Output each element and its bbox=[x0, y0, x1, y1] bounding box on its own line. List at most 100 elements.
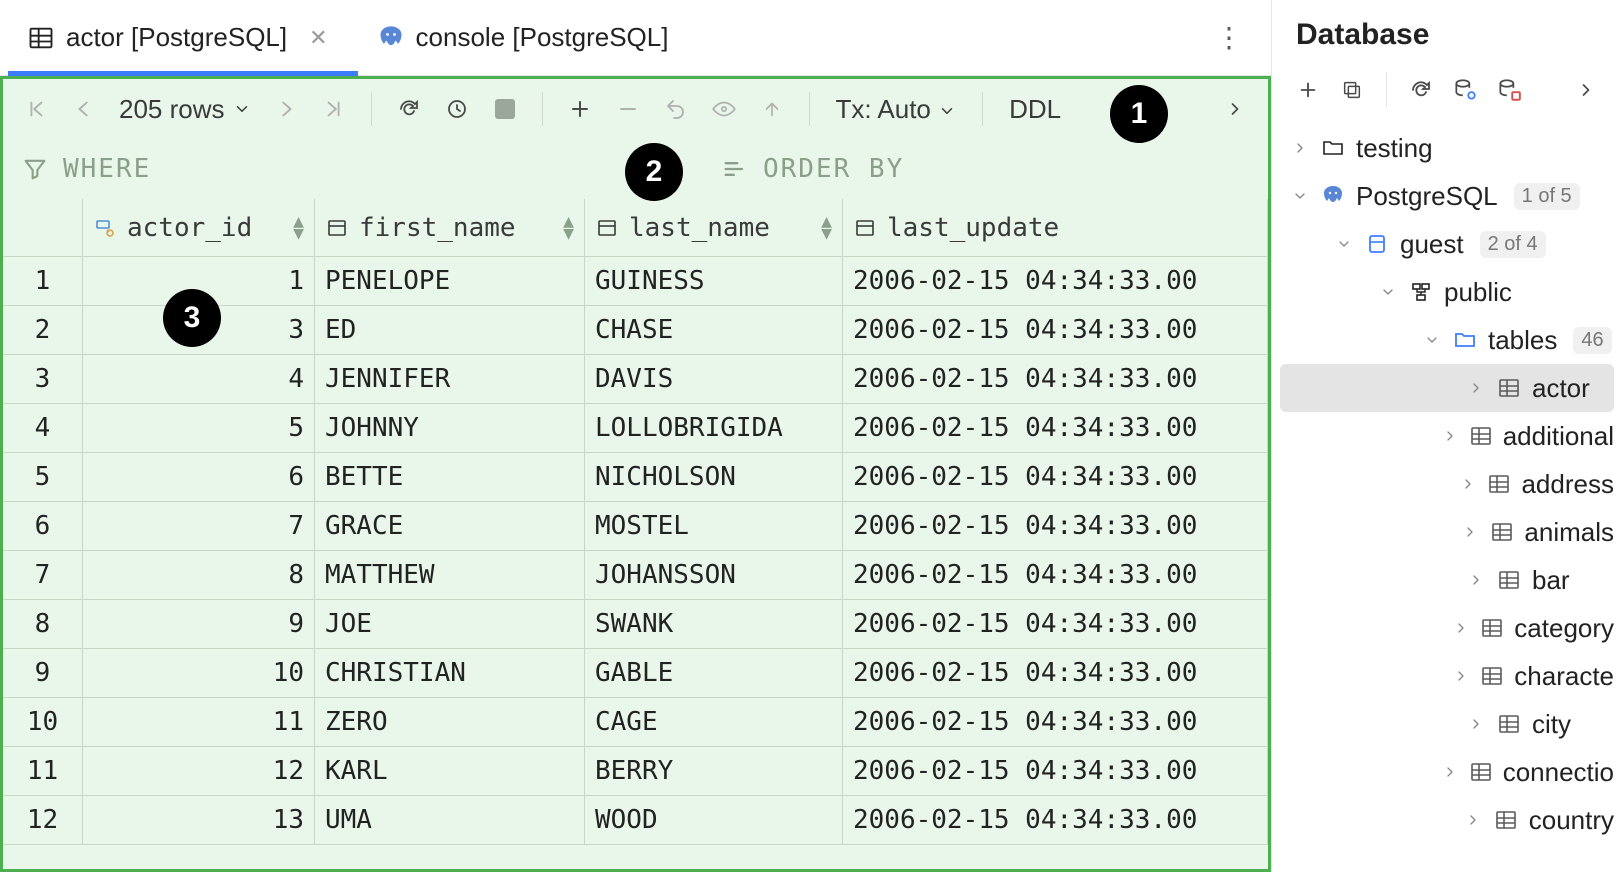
row-number[interactable]: 11 bbox=[3, 747, 83, 796]
cell-first-name[interactable]: JOHNNY bbox=[315, 404, 585, 453]
expand-toggle[interactable] bbox=[1334, 236, 1354, 252]
next-page-button[interactable] bbox=[265, 88, 307, 130]
where-filter[interactable]: WHERE bbox=[3, 154, 703, 184]
tree-item-public[interactable]: public bbox=[1280, 268, 1614, 316]
submit-button[interactable] bbox=[751, 88, 793, 130]
cell-actor-id[interactable]: 8 bbox=[83, 551, 315, 600]
cell-last-name[interactable]: LOLLOBRIGIDA bbox=[585, 404, 843, 453]
gutter-header[interactable] bbox=[3, 199, 83, 257]
column-header-actor-id[interactable]: actor_id ▲▼ bbox=[83, 199, 315, 257]
toolbar-more-button[interactable] bbox=[1214, 88, 1256, 130]
expand-toggle[interactable] bbox=[1378, 284, 1398, 300]
cell-actor-id[interactable]: 13 bbox=[83, 796, 315, 845]
cell-first-name[interactable]: CHRISTIAN bbox=[315, 649, 585, 698]
cell-actor-id[interactable]: 7 bbox=[83, 502, 315, 551]
expand-toggle[interactable] bbox=[1458, 476, 1477, 492]
row-count-dropdown[interactable]: 205 rows bbox=[111, 94, 259, 125]
toolbar-more-button[interactable] bbox=[1566, 70, 1606, 110]
expand-toggle[interactable] bbox=[1452, 668, 1470, 684]
row-number[interactable]: 7 bbox=[3, 551, 83, 600]
tree-item-characte[interactable]: characte bbox=[1280, 652, 1614, 700]
sort-icon[interactable]: ▲▼ bbox=[293, 217, 304, 239]
expand-toggle[interactable] bbox=[1452, 620, 1470, 636]
tab-overflow-button[interactable]: ⋮ bbox=[1197, 21, 1263, 54]
sort-icon[interactable]: ▲▼ bbox=[563, 217, 574, 239]
cell-first-name[interactable]: MATTHEW bbox=[315, 551, 585, 600]
row-number[interactable]: 10 bbox=[3, 698, 83, 747]
expand-toggle[interactable] bbox=[1460, 524, 1479, 540]
cell-last-name[interactable]: GABLE bbox=[585, 649, 843, 698]
tab-actor[interactable]: actor [PostgreSQL] ✕ bbox=[8, 0, 358, 75]
expand-toggle[interactable] bbox=[1466, 572, 1486, 588]
tree-item-postgresql[interactable]: PostgreSQL1 of 5 bbox=[1280, 172, 1614, 220]
cell-last-name[interactable]: MOSTEL bbox=[585, 502, 843, 551]
cell-first-name[interactable]: ED bbox=[315, 306, 585, 355]
cell-last-update[interactable]: 2006-02-15 04:34:33.00 bbox=[843, 796, 1268, 845]
cell-last-name[interactable]: CHASE bbox=[585, 306, 843, 355]
row-number[interactable]: 12 bbox=[3, 796, 83, 845]
cell-last-name[interactable]: SWANK bbox=[585, 600, 843, 649]
add-row-button[interactable] bbox=[559, 88, 601, 130]
cell-last-update[interactable]: 2006-02-15 04:34:33.00 bbox=[843, 698, 1268, 747]
column-header-first-name[interactable]: first_name ▲▼ bbox=[315, 199, 585, 257]
cell-first-name[interactable]: PENELOPE bbox=[315, 257, 585, 306]
cell-last-update[interactable]: 2006-02-15 04:34:33.00 bbox=[843, 257, 1268, 306]
table-row[interactable]: 1213UMAWOOD2006-02-15 04:34:33.00 bbox=[3, 796, 1268, 845]
expand-toggle[interactable] bbox=[1290, 188, 1310, 204]
tree-item-country[interactable]: country bbox=[1280, 796, 1614, 844]
table-row[interactable]: 45JOHNNYLOLLOBRIGIDA2006-02-15 04:34:33.… bbox=[3, 404, 1268, 453]
sort-icon[interactable]: ▲▼ bbox=[821, 217, 832, 239]
tree-item-bar[interactable]: bar bbox=[1280, 556, 1614, 604]
tree-item-animals[interactable]: animals bbox=[1280, 508, 1614, 556]
cell-last-name[interactable]: WOOD bbox=[585, 796, 843, 845]
cell-first-name[interactable]: BETTE bbox=[315, 453, 585, 502]
revert-button[interactable] bbox=[655, 88, 697, 130]
row-number[interactable]: 5 bbox=[3, 453, 83, 502]
table-row[interactable]: 56BETTENICHOLSON2006-02-15 04:34:33.00 bbox=[3, 453, 1268, 502]
table-row[interactable]: 1011ZEROCAGE2006-02-15 04:34:33.00 bbox=[3, 698, 1268, 747]
last-page-button[interactable] bbox=[313, 88, 355, 130]
table-row[interactable]: 89JOESWANK2006-02-15 04:34:33.00 bbox=[3, 600, 1268, 649]
cell-actor-id[interactable]: 6 bbox=[83, 453, 315, 502]
tree-item-actor[interactable]: actor bbox=[1280, 364, 1614, 412]
table-row[interactable]: 67GRACEMOSTEL2006-02-15 04:34:33.00 bbox=[3, 502, 1268, 551]
cell-first-name[interactable]: KARL bbox=[315, 747, 585, 796]
table-row[interactable]: 1112KARLBERRY2006-02-15 04:34:33.00 bbox=[3, 747, 1268, 796]
cell-first-name[interactable]: UMA bbox=[315, 796, 585, 845]
row-number[interactable]: 9 bbox=[3, 649, 83, 698]
expand-toggle[interactable] bbox=[1442, 764, 1459, 780]
expand-toggle[interactable] bbox=[1442, 428, 1459, 444]
tree-item-tables[interactable]: tables46 bbox=[1280, 316, 1614, 364]
cell-last-name[interactable]: JOHANSSON bbox=[585, 551, 843, 600]
stop-button[interactable] bbox=[484, 88, 526, 130]
cell-first-name[interactable]: GRACE bbox=[315, 502, 585, 551]
tree-item-additional[interactable]: additional bbox=[1280, 412, 1614, 460]
expand-toggle[interactable] bbox=[1464, 812, 1484, 828]
orderby-filter[interactable]: ORDER BY bbox=[703, 154, 1268, 184]
row-number[interactable]: 8 bbox=[3, 600, 83, 649]
expand-toggle[interactable] bbox=[1466, 716, 1486, 732]
tree-item-city[interactable]: city bbox=[1280, 700, 1614, 748]
tree-item-address[interactable]: address bbox=[1280, 460, 1614, 508]
cell-first-name[interactable]: JOE bbox=[315, 600, 585, 649]
cell-last-update[interactable]: 2006-02-15 04:34:33.00 bbox=[843, 453, 1268, 502]
cell-last-update[interactable]: 2006-02-15 04:34:33.00 bbox=[843, 306, 1268, 355]
ddl-button[interactable]: DDL bbox=[999, 94, 1071, 125]
tree-item-guest[interactable]: guest2 of 4 bbox=[1280, 220, 1614, 268]
row-number[interactable]: 4 bbox=[3, 404, 83, 453]
cell-actor-id[interactable]: 10 bbox=[83, 649, 315, 698]
tree-item-testing[interactable]: testing bbox=[1280, 124, 1614, 172]
cell-last-name[interactable]: BERRY bbox=[585, 747, 843, 796]
first-page-button[interactable] bbox=[15, 88, 57, 130]
cell-last-update[interactable]: 2006-02-15 04:34:33.00 bbox=[843, 649, 1268, 698]
new-button[interactable] bbox=[1288, 70, 1328, 110]
datasource-props-button[interactable] bbox=[1445, 70, 1485, 110]
cell-last-name[interactable]: CAGE bbox=[585, 698, 843, 747]
cell-last-update[interactable]: 2006-02-15 04:34:33.00 bbox=[843, 600, 1268, 649]
duplicate-button[interactable] bbox=[1332, 70, 1372, 110]
column-header-last-update[interactable]: last_update bbox=[843, 199, 1268, 257]
row-number[interactable]: 1 bbox=[3, 257, 83, 306]
cell-last-update[interactable]: 2006-02-15 04:34:33.00 bbox=[843, 747, 1268, 796]
cell-actor-id[interactable]: 5 bbox=[83, 404, 315, 453]
row-number[interactable]: 2 bbox=[3, 306, 83, 355]
